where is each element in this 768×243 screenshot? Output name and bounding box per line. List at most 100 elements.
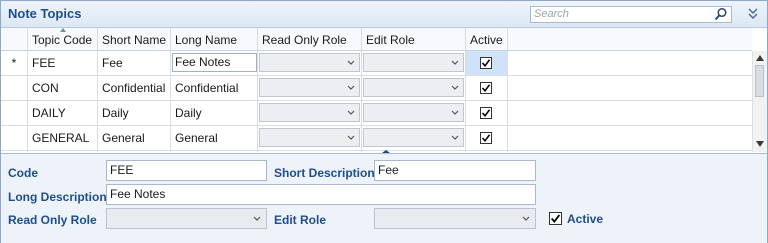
cell-topic-code[interactable] (28, 151, 98, 152)
short-description-label: Short Description (274, 166, 375, 180)
long-name-editor[interactable]: Fee Notes (172, 53, 257, 72)
chevron-down-icon (347, 85, 355, 90)
col-short-name[interactable]: Short Name (98, 28, 171, 50)
cell-topic-code[interactable]: DAILY (28, 101, 98, 125)
search-icon[interactable] (714, 7, 728, 21)
scroll-up-icon[interactable] (756, 55, 764, 61)
read-only-role-label: Read Only Role (8, 213, 97, 227)
long-description-field[interactable]: Fee Notes (106, 184, 536, 205)
cell-active[interactable] (466, 101, 508, 125)
chevron-down-icon (451, 85, 459, 90)
edit-role-combo[interactable] (363, 78, 464, 97)
cell-active[interactable] (466, 51, 508, 75)
cell-short-name[interactable]: General (98, 126, 171, 150)
cell-short-name[interactable] (98, 151, 171, 152)
detail-form: Code FEE Short Description Fee Long Desc… (1, 153, 767, 243)
edit-role-combo[interactable] (363, 128, 464, 147)
scroll-down-icon[interactable] (756, 141, 764, 147)
edit-role-combo[interactable] (363, 53, 464, 72)
read-only-role-combo[interactable] (259, 78, 360, 97)
cell-long-name[interactable]: Confidential (171, 76, 258, 100)
col-edit-role[interactable]: Edit Role (362, 28, 466, 50)
scrollbar-thumb[interactable] (755, 65, 764, 97)
active-checkbox[interactable] (480, 82, 492, 94)
active-label: Active (567, 212, 604, 226)
edit-role-select[interactable] (374, 208, 536, 229)
cell-short-name[interactable]: Daily (98, 101, 171, 125)
col-active[interactable]: Active (466, 28, 508, 50)
cell-read-only-role[interactable] (258, 101, 362, 125)
read-only-role-combo[interactable] (259, 128, 360, 147)
collapse-icon[interactable] (747, 7, 759, 21)
cell-long-name[interactable]: General (171, 126, 258, 150)
chevron-down-icon (451, 135, 459, 140)
cell-edit-role[interactable] (362, 126, 466, 150)
table-row[interactable]: DAILY Daily Daily (1, 101, 752, 126)
cell-short-name[interactable]: Confidential (98, 76, 171, 100)
read-only-role-select[interactable] (106, 208, 267, 229)
col-long-name[interactable]: Long Name (171, 28, 258, 50)
table-row[interactable]: * FEE Fee Fee Notes (1, 51, 752, 76)
chevron-down-icon (253, 216, 261, 221)
checkmark-icon (481, 134, 491, 143)
row-indicator[interactable] (1, 126, 28, 150)
chevron-down-icon (451, 60, 459, 65)
checkmark-icon (481, 84, 491, 93)
row-indicator[interactable] (1, 76, 28, 100)
search-input[interactable]: Search (530, 6, 732, 23)
cell-read-only-role[interactable] (258, 51, 362, 75)
chevron-down-icon (522, 216, 530, 221)
active-checkbox[interactable] (480, 132, 492, 144)
short-description-field[interactable]: Fee (374, 160, 536, 181)
cell-active[interactable] (466, 76, 508, 100)
edit-role-label: Edit Role (274, 213, 327, 227)
chevron-down-icon (347, 60, 355, 65)
panel-header: Note Topics Search (1, 1, 767, 28)
table-row[interactable]: CON Confidential Confidential (1, 76, 752, 101)
cell-long-name[interactable] (171, 151, 258, 152)
cell-read-only-role[interactable] (258, 126, 362, 150)
sort-indicator-icon (60, 28, 66, 32)
active-checkbox[interactable] (549, 212, 562, 225)
cell-topic-code[interactable]: CON (28, 76, 98, 100)
active-checkbox[interactable] (480, 107, 492, 119)
table-row[interactable]: GENERAL General General (1, 126, 752, 151)
cell-long-name[interactable]: Fee Notes (171, 51, 258, 75)
cell-edit-role[interactable] (362, 151, 466, 152)
cell-edit-role[interactable] (362, 101, 466, 125)
chevron-down-icon (347, 135, 355, 140)
code-label: Code (8, 166, 38, 180)
cell-long-name[interactable]: Daily (171, 101, 258, 125)
cell-active[interactable] (466, 151, 508, 152)
read-only-role-combo[interactable] (259, 53, 360, 72)
table-row[interactable] (1, 151, 752, 152)
checkmark-icon (481, 109, 491, 118)
panel-title: Note Topics (8, 6, 82, 21)
search-placeholder: Search (534, 8, 569, 20)
row-indicator[interactable] (1, 151, 28, 152)
vertical-scrollbar[interactable] (752, 51, 767, 152)
checkmark-icon (481, 59, 491, 68)
cell-edit-role[interactable] (362, 76, 466, 100)
cell-active[interactable] (466, 126, 508, 150)
cell-read-only-role[interactable] (258, 76, 362, 100)
grid-header: Topic Code Short Name Long Name Read Onl… (1, 28, 752, 51)
note-topics-panel: Note Topics Search Topic Code Short Name… (0, 0, 768, 243)
col-read-only-role[interactable]: Read Only Role (258, 28, 362, 50)
row-indicator[interactable] (1, 101, 28, 125)
long-description-label: Long Description (8, 190, 107, 204)
edit-role-combo[interactable] (363, 103, 464, 122)
active-checkbox[interactable] (480, 57, 492, 69)
checkmark-icon (550, 214, 561, 223)
new-row-marker: * (1, 51, 28, 75)
read-only-role-combo[interactable] (259, 103, 360, 122)
code-field[interactable]: FEE (106, 160, 267, 181)
cell-short-name[interactable]: Fee (98, 51, 171, 75)
cell-topic-code[interactable]: FEE (28, 51, 98, 75)
chevron-down-icon (451, 110, 459, 115)
cell-read-only-role[interactable] (258, 151, 362, 152)
topics-grid: Topic Code Short Name Long Name Read Onl… (1, 28, 752, 152)
cell-topic-code[interactable]: GENERAL (28, 126, 98, 150)
cell-edit-role[interactable] (362, 51, 466, 75)
row-indicator-header (1, 28, 28, 50)
